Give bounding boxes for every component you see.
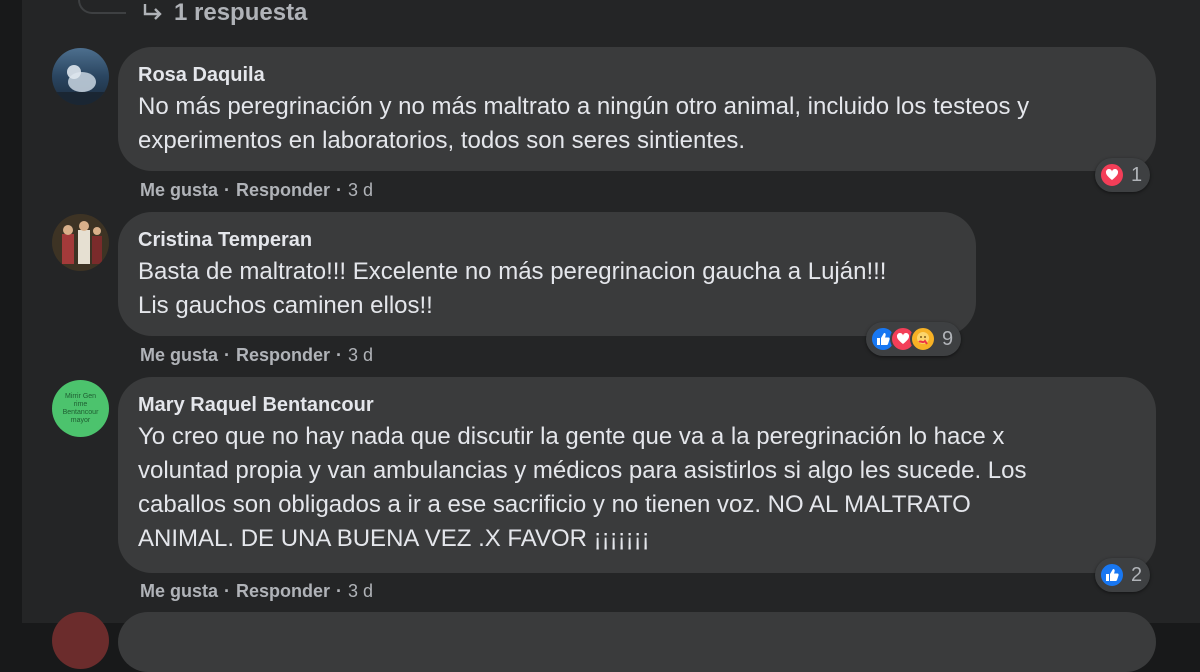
like-button[interactable]: Me gusta xyxy=(140,345,218,366)
comment-author[interactable]: Mary Raquel Bentancour xyxy=(138,390,1134,420)
care-icon xyxy=(910,326,936,352)
comment-timestamp[interactable]: 3 d xyxy=(348,581,373,602)
comment-author[interactable]: Cristina Temperan xyxy=(138,225,954,255)
comment-bubble-next xyxy=(118,612,1156,672)
reply-button[interactable]: Responder xyxy=(236,180,330,201)
thread-connector xyxy=(78,0,126,14)
comment-bubble: Rosa Daquila No más peregrinación y no m… xyxy=(118,47,1156,171)
comment-text-line: caballos son obligados a ir a ese sacrif… xyxy=(138,491,971,518)
comment-text-line: No más peregrinación y no más maltrato a… xyxy=(138,93,1030,120)
comment-actions: Me gusta · Responder · 3 d xyxy=(140,344,374,366)
reaction-count: 1 xyxy=(1131,163,1143,186)
view-replies-link[interactable]: 1 respuesta xyxy=(142,0,307,26)
comment-timestamp[interactable]: 3 d xyxy=(348,180,373,201)
comment-text-line: Yo creo que no hay nada que discutir la … xyxy=(138,423,1005,450)
reply-count-label: 1 respuesta xyxy=(174,0,308,26)
love-icon xyxy=(1099,162,1125,188)
reaction-summary[interactable]: 1 xyxy=(1095,158,1151,192)
like-button[interactable]: Me gusta xyxy=(140,581,218,602)
comment-timestamp[interactable]: 3 d xyxy=(348,345,373,366)
comment-bubble: Cristina Temperan Basta de maltrato!!! E… xyxy=(118,212,976,336)
comment-actions: Me gusta · Responder · 3 d xyxy=(140,179,374,201)
like-icon xyxy=(1099,562,1125,588)
comment-text-line: ANIMAL. DE UNA BUENA VEZ .X FAVOR ¡¡¡¡¡¡… xyxy=(138,525,650,552)
avatar-rosa-daquila[interactable] xyxy=(52,48,109,105)
avatar-mary-raquel-bentancour[interactable]: Mirrir Gen rime Bentancour mayor xyxy=(52,380,109,437)
reaction-summary[interactable]: 9 xyxy=(866,322,962,356)
comment-actions: Me gusta · Responder · 3 d xyxy=(140,580,374,602)
reply-button[interactable]: Responder xyxy=(236,345,330,366)
reply-button[interactable]: Responder xyxy=(236,581,330,602)
comment-text-line: Basta de maltrato!!! Excelente no más pe… xyxy=(138,258,887,285)
avatar-cristina-temperan[interactable] xyxy=(52,214,109,271)
reply-arrow-icon xyxy=(143,4,162,20)
comment-text-line: voluntad propia y van ambulancias y médi… xyxy=(138,457,1027,484)
avatar-photo xyxy=(52,214,109,271)
like-button[interactable]: Me gusta xyxy=(140,180,218,201)
comment-bubble: Mary Raquel Bentancour Yo creo que no ha… xyxy=(118,377,1156,573)
comment-author[interactable]: Rosa Daquila xyxy=(138,60,1134,90)
reaction-count: 9 xyxy=(942,327,954,350)
avatar-next-comment[interactable] xyxy=(52,612,109,669)
avatar-photo xyxy=(52,65,109,105)
reaction-count: 2 xyxy=(1131,563,1143,586)
reaction-summary[interactable]: 2 xyxy=(1095,558,1151,592)
comment-text-line: Lis gauchos caminen ellos!! xyxy=(138,292,433,319)
avatar-text: Mirrir Gen rime Bentancour mayor xyxy=(62,392,99,424)
comment-text-line: experimentos en laboratorios, todos son … xyxy=(138,127,745,154)
